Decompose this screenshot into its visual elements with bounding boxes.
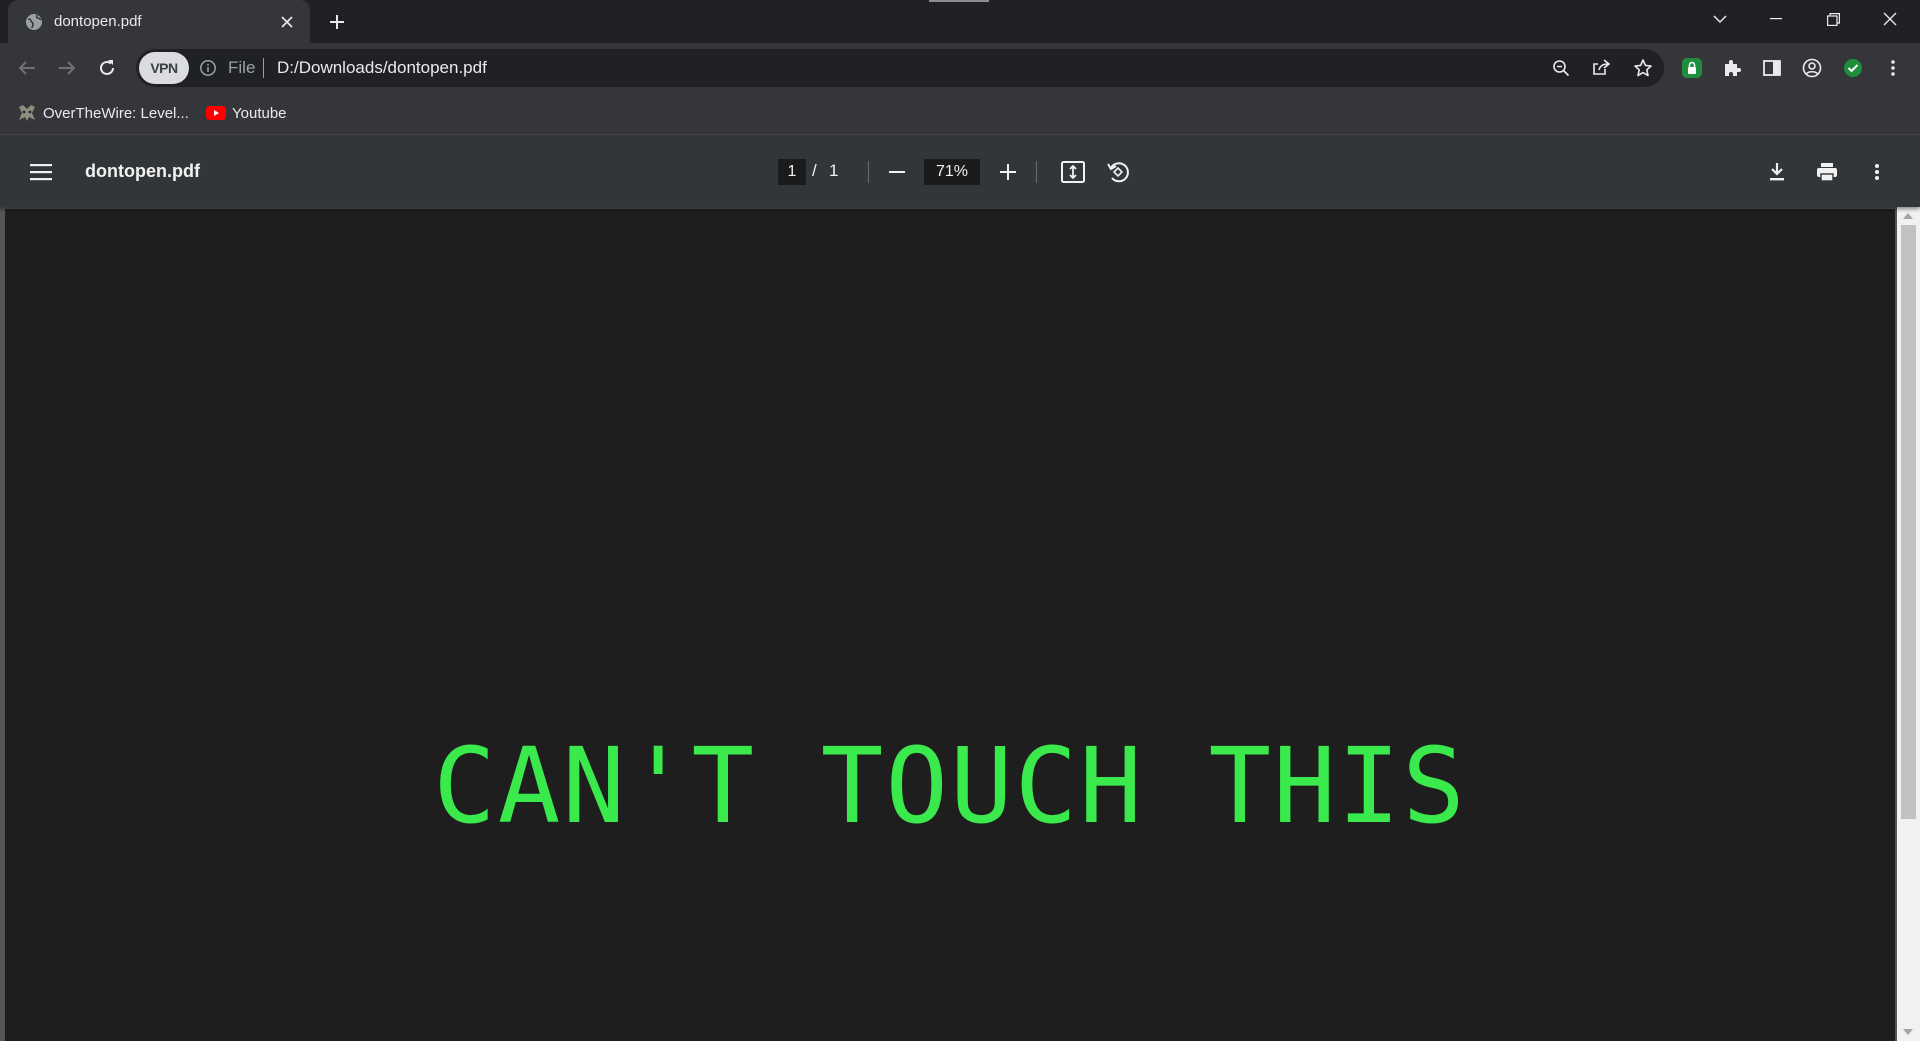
tab-dontopen[interactable]: dontopen.pdf bbox=[8, 0, 310, 43]
bookmark-label: OverTheWire: Level... bbox=[43, 104, 189, 122]
fit-page-icon bbox=[1061, 161, 1085, 183]
info-icon[interactable] bbox=[199, 59, 217, 77]
rotate-counterclockwise-icon bbox=[1107, 162, 1129, 183]
pdf-page-text: CAN'T TOUCH THIS bbox=[433, 725, 1467, 847]
pdf-title: dontopen.pdf bbox=[85, 161, 200, 181]
toolbar-divider bbox=[868, 161, 869, 183]
bookmarks-bar: OverTheWire: Level... Youtube bbox=[0, 92, 1920, 135]
globe-icon bbox=[24, 12, 44, 32]
pdf-viewport[interactable]: CAN'T TOUCH THIS bbox=[0, 207, 1920, 1041]
chevron-down-icon bbox=[1713, 15, 1727, 24]
zoom-in-button[interactable] bbox=[993, 157, 1023, 187]
youtube-icon bbox=[206, 104, 226, 122]
overthewire-icon bbox=[17, 104, 37, 122]
pdf-toolbar: dontopen.pdf 1 / 1 71% bbox=[0, 135, 1920, 207]
download-button[interactable] bbox=[1762, 157, 1792, 187]
browser-toolbar: VPN File D:/Downloads/dontopen.pdf bbox=[0, 43, 1920, 92]
bookmark-star-icon[interactable] bbox=[1632, 57, 1654, 79]
pdf-more-actions-button[interactable] bbox=[1862, 157, 1892, 187]
zoom-input[interactable]: 71% bbox=[924, 159, 980, 185]
bookmark-youtube[interactable]: Youtube bbox=[206, 100, 287, 126]
arrow-right-icon bbox=[59, 61, 76, 75]
puzzle-extensions-icon[interactable] bbox=[1719, 55, 1745, 81]
shield-check-icon[interactable] bbox=[1840, 55, 1866, 81]
forward-button[interactable] bbox=[52, 53, 82, 83]
profile-icon[interactable] bbox=[1799, 55, 1825, 81]
close-tab-icon[interactable] bbox=[276, 11, 298, 33]
reload-button[interactable] bbox=[92, 53, 122, 83]
scrollbar-thumb[interactable] bbox=[1901, 225, 1916, 819]
page-number-input[interactable]: 1 bbox=[778, 159, 806, 185]
vpn-label: VPN bbox=[150, 60, 178, 76]
new-tab-button[interactable] bbox=[323, 9, 351, 35]
minimize-icon bbox=[1770, 18, 1782, 20]
scroll-up-arrow-icon[interactable] bbox=[1903, 213, 1913, 219]
url-text[interactable]: D:/Downloads/dontopen.pdf bbox=[277, 58, 487, 78]
tab-title: dontopen.pdf bbox=[54, 13, 142, 30]
tab-search-button[interactable] bbox=[1692, 0, 1748, 38]
arrow-left-icon bbox=[18, 61, 35, 75]
vpn-button[interactable]: VPN bbox=[139, 52, 189, 84]
back-button[interactable] bbox=[12, 53, 42, 83]
close-icon bbox=[1883, 12, 1897, 26]
page-separator: / bbox=[812, 161, 817, 180]
window-drag-indicator bbox=[929, 0, 989, 2]
bookmark-overthewire[interactable]: OverTheWire: Level... bbox=[17, 100, 189, 126]
minimize-button[interactable] bbox=[1748, 0, 1804, 38]
download-icon bbox=[1770, 163, 1784, 181]
print-button[interactable] bbox=[1812, 157, 1842, 187]
page-total: 1 bbox=[829, 161, 839, 180]
url-separator bbox=[263, 58, 264, 78]
rotate-button[interactable] bbox=[1103, 157, 1133, 187]
lock-extension-icon[interactable] bbox=[1679, 55, 1705, 81]
chrome-menu-icon[interactable] bbox=[1880, 55, 1906, 81]
fit-to-page-button[interactable] bbox=[1058, 157, 1088, 187]
hamburger-menu-icon bbox=[30, 164, 52, 181]
zoom-out-magnifier-icon[interactable] bbox=[1550, 57, 1572, 79]
zoom-out-button[interactable] bbox=[882, 157, 912, 187]
share-icon[interactable] bbox=[1591, 57, 1613, 79]
url-scheme-label: File bbox=[228, 58, 256, 77]
scroll-down-arrow-icon[interactable] bbox=[1903, 1029, 1913, 1035]
reload-icon bbox=[100, 60, 114, 75]
close-window-button[interactable] bbox=[1862, 0, 1918, 38]
address-bar[interactable]: VPN File D:/Downloads/dontopen.pdf bbox=[136, 49, 1664, 87]
bookmark-label: Youtube bbox=[232, 104, 287, 122]
more-vertical-icon bbox=[1875, 164, 1879, 180]
side-panel-icon[interactable] bbox=[1759, 55, 1785, 81]
restore-button[interactable] bbox=[1805, 0, 1861, 38]
pdf-page: CAN'T TOUCH THIS bbox=[5, 209, 1895, 1041]
restore-icon bbox=[1826, 12, 1840, 26]
toolbar-divider bbox=[1036, 161, 1037, 183]
printer-icon bbox=[1817, 163, 1837, 182]
minus-icon bbox=[889, 171, 905, 173]
plus-icon bbox=[1000, 164, 1016, 180]
tab-strip: dontopen.pdf bbox=[0, 0, 1920, 43]
vertical-scrollbar[interactable] bbox=[1897, 207, 1920, 1041]
pdf-sidebar-menu-button[interactable] bbox=[26, 157, 56, 187]
